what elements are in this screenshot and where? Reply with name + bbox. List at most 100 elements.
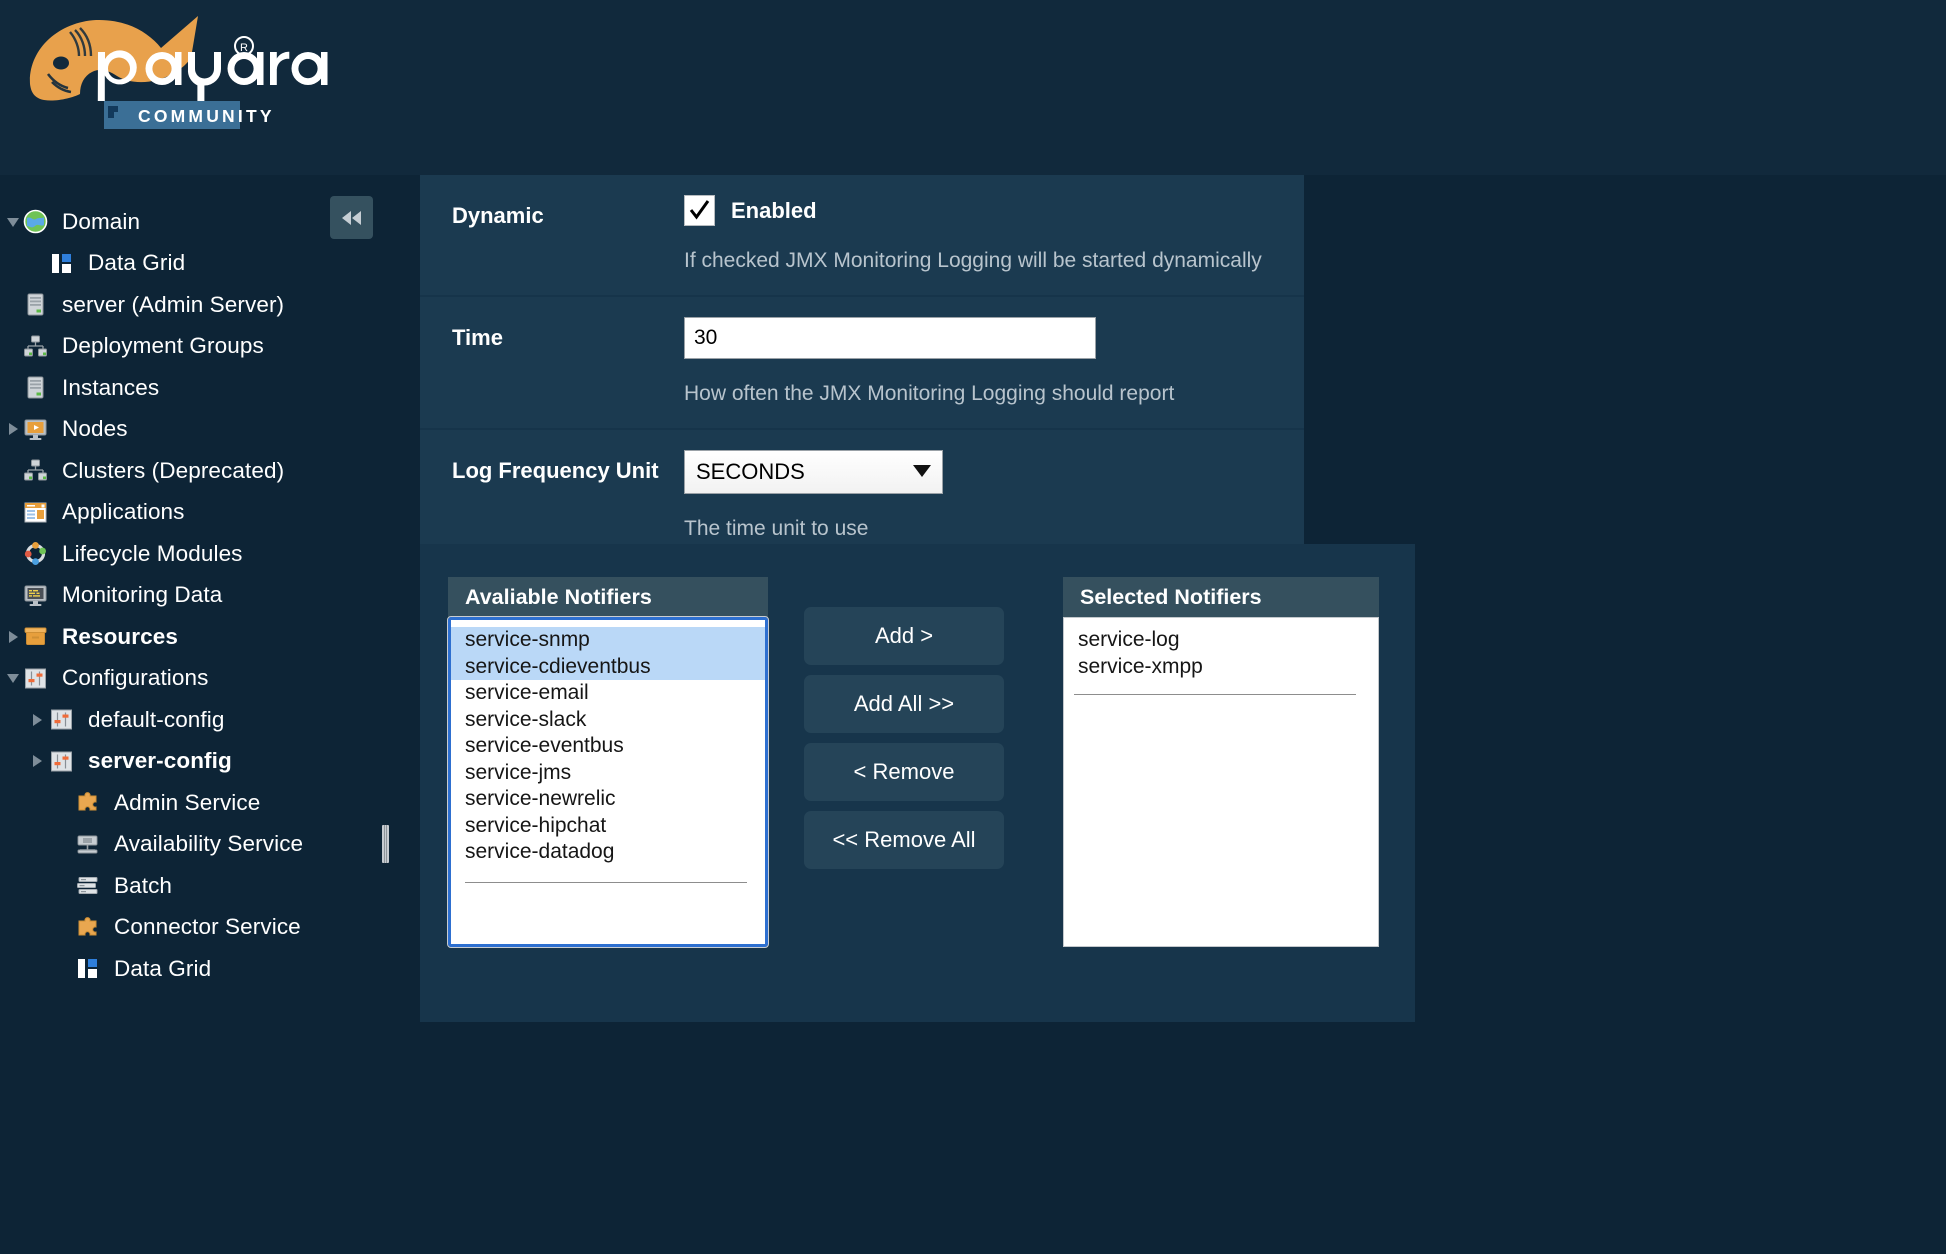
list-item[interactable]: service-datadog xyxy=(451,839,765,866)
sidebar-item-config-data-grid[interactable]: Data Grid xyxy=(0,948,390,990)
sidebar-item-label: Data Grid xyxy=(88,250,185,276)
remove-all-button[interactable]: << Remove All xyxy=(804,811,1004,869)
sidebar-item-nodes[interactable]: Nodes xyxy=(0,409,390,451)
list-item[interactable]: service-newrelic xyxy=(451,786,765,813)
payara-logo: R COMMUNITY xyxy=(22,6,362,146)
list-item[interactable]: service-email xyxy=(451,680,765,707)
time-input[interactable] xyxy=(684,317,1096,359)
list-item[interactable]: service-cdieventbus xyxy=(451,654,765,681)
chevron-right-icon[interactable] xyxy=(28,752,46,770)
navigation-tree: Domain Data Grid xyxy=(0,201,390,990)
list-separator xyxy=(1074,694,1356,695)
sidebar-item-label: default-config xyxy=(88,707,225,733)
sidebar-item-label: Resources xyxy=(62,624,178,650)
time-field: How often the JMX Monitoring Logging sho… xyxy=(684,297,1304,428)
sidebar-item-data-grid[interactable]: Data Grid xyxy=(0,243,390,285)
property-row-dynamic: Dynamic Enabled If checked JMX Monitorin… xyxy=(420,175,1304,297)
sidebar-tree-panel: Domain Data Grid xyxy=(0,175,390,1254)
notifiers-transfer-panel: Avaliable Notifiers service-snmp service… xyxy=(420,544,1415,1022)
sidebar-item-label: Clusters (Deprecated) xyxy=(62,458,284,484)
sidebar-item-instances[interactable]: Instances xyxy=(0,367,390,409)
sidebar-item-availability-service[interactable]: Availability Service xyxy=(0,824,390,866)
sidebar-item-default-config[interactable]: default-config xyxy=(0,699,390,741)
puzzle-icon xyxy=(74,914,100,940)
selected-notifiers-listbox[interactable]: service-log service-xmpp xyxy=(1063,617,1379,947)
sidebar-item-batch[interactable]: Batch xyxy=(0,865,390,907)
list-item[interactable]: service-log xyxy=(1064,627,1378,654)
list-item[interactable]: service-jms xyxy=(451,760,765,787)
sidebar-item-connector-service[interactable]: Connector Service xyxy=(0,907,390,949)
availability-icon xyxy=(74,831,100,857)
admin-console-page: R COMMUNITY xyxy=(0,0,1946,1254)
cluster-icon xyxy=(22,458,48,484)
config-icon xyxy=(22,665,48,691)
chevron-right-icon[interactable] xyxy=(4,628,22,646)
transfer-button-column: Add > Add All >> < Remove << Remove All xyxy=(804,607,1004,879)
list-item[interactable]: service-slack xyxy=(451,707,765,734)
sidebar-splitter-handle[interactable] xyxy=(382,825,389,863)
list-separator xyxy=(465,882,747,883)
sidebar-item-resources[interactable]: Resources xyxy=(0,616,390,658)
main-content: Dynamic Enabled If checked JMX Monitorin… xyxy=(420,175,1946,1254)
monitoring-icon xyxy=(22,582,48,608)
chevron-right-icon[interactable] xyxy=(28,711,46,729)
sidebar-item-label: server (Admin Server) xyxy=(62,292,284,318)
datagrid-icon xyxy=(48,250,74,276)
sidebar-item-label: server-config xyxy=(88,748,232,774)
add-button[interactable]: Add > xyxy=(804,607,1004,665)
sidebar-item-label: Domain xyxy=(62,209,140,235)
node-icon xyxy=(22,416,48,442)
sidebar-item-deployment-groups[interactable]: Deployment Groups xyxy=(0,326,390,368)
sidebar-item-label: Monitoring Data xyxy=(62,582,222,608)
selected-notifiers-block: Selected Notifiers service-log service-x… xyxy=(1063,577,1379,947)
sidebar-item-label: Applications xyxy=(62,499,185,525)
svg-text:R: R xyxy=(240,42,248,54)
available-notifiers-listbox[interactable]: service-snmp service-cdieventbus service… xyxy=(448,617,768,947)
sidebar-item-lifecycle-modules[interactable]: Lifecycle Modules xyxy=(0,533,390,575)
server-icon xyxy=(22,292,48,318)
list-item[interactable]: service-snmp xyxy=(451,627,765,654)
chevron-right-icon[interactable] xyxy=(4,420,22,438)
list-item[interactable]: service-hipchat xyxy=(451,813,765,840)
sidebar-item-label: Data Grid xyxy=(114,956,211,982)
sidebar-item-label: Instances xyxy=(62,375,159,401)
sidebar-item-server-admin-server[interactable]: server (Admin Server) xyxy=(0,284,390,326)
log-frequency-unit-select[interactable]: SECONDS xyxy=(684,450,943,494)
batch-icon xyxy=(74,873,100,899)
dynamic-enabled-label: Enabled xyxy=(731,198,817,224)
cluster-icon xyxy=(22,333,48,359)
sidebar-item-label: Lifecycle Modules xyxy=(62,541,243,567)
selected-notifiers-caption: Selected Notifiers xyxy=(1063,577,1379,617)
collapse-sidebar-button[interactable] xyxy=(330,196,373,239)
sidebar-item-configurations[interactable]: Configurations xyxy=(0,658,390,700)
sidebar-item-label: Deployment Groups xyxy=(62,333,264,359)
sidebar-item-server-config[interactable]: server-config xyxy=(0,741,390,783)
svg-text:COMMUNITY: COMMUNITY xyxy=(138,106,275,126)
sidebar-item-label: Configurations xyxy=(62,665,209,691)
dynamic-enabled-checkbox[interactable] xyxy=(684,195,715,226)
sidebar-item-label: Connector Service xyxy=(114,914,301,940)
list-item[interactable]: service-xmpp xyxy=(1064,654,1378,681)
sidebar-item-clusters-deprecated[interactable]: Clusters (Deprecated) xyxy=(0,450,390,492)
dynamic-field: Enabled If checked JMX Monitoring Loggin… xyxy=(684,175,1304,295)
sidebar-item-applications[interactable]: Applications xyxy=(0,492,390,534)
log-frequency-unit-helper-text: The time unit to use xyxy=(684,516,1304,541)
sidebar-item-label: Admin Service xyxy=(114,790,260,816)
available-notifiers-block: Avaliable Notifiers service-snmp service… xyxy=(448,577,768,947)
sidebar-item-admin-service[interactable]: Admin Service xyxy=(0,782,390,824)
remove-button[interactable]: < Remove xyxy=(804,743,1004,801)
chevron-down-icon[interactable] xyxy=(4,669,22,687)
resources-icon xyxy=(22,624,48,650)
add-all-button[interactable]: Add All >> xyxy=(804,675,1004,733)
applications-icon xyxy=(22,499,48,525)
chevron-down-icon[interactable] xyxy=(4,213,22,231)
available-notifiers-caption: Avaliable Notifiers xyxy=(448,577,768,617)
brand-header: R COMMUNITY xyxy=(0,0,1946,175)
sidebar-item-monitoring-data[interactable]: Monitoring Data xyxy=(0,575,390,617)
puzzle-icon xyxy=(74,790,100,816)
globe-icon xyxy=(22,209,48,235)
config-icon xyxy=(48,748,74,774)
time-label: Time xyxy=(420,297,684,428)
list-item[interactable]: service-eventbus xyxy=(451,733,765,760)
jmx-monitoring-properties-table: Dynamic Enabled If checked JMX Monitorin… xyxy=(420,175,1304,564)
